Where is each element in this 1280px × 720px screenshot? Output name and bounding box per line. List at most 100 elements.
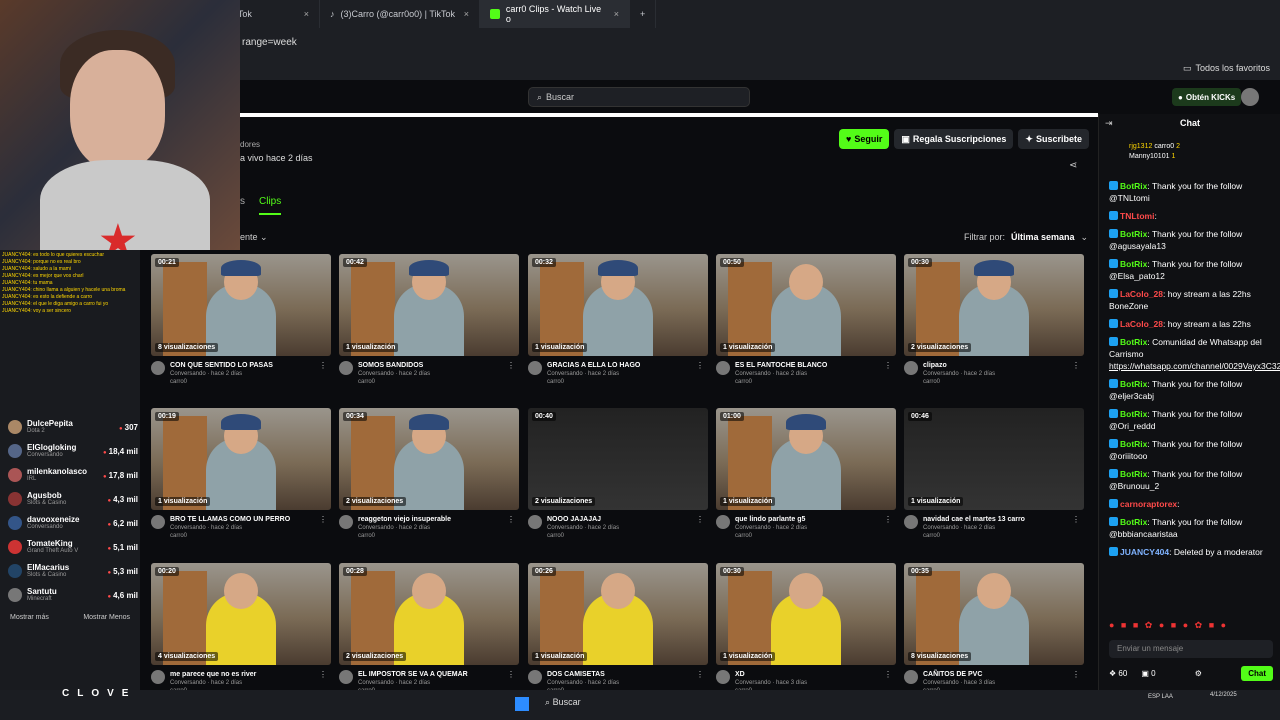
taskbar-search[interactable]: ⌕ Buscar (545, 697, 581, 708)
avatar[interactable] (151, 361, 165, 375)
avatar[interactable] (904, 515, 918, 529)
clip-thumbnail[interactable]: 00:21 8 visualizaciones (151, 254, 331, 356)
emote-bar[interactable]: ● ■ ■ ✿ ● ■ ● ✿ ■ ● (1109, 620, 1228, 631)
clip-category[interactable]: Conversando (170, 525, 206, 531)
chat-username[interactable]: BotRix (1120, 181, 1147, 191)
chat-username[interactable]: BotRix (1120, 439, 1147, 449)
clip-category[interactable]: Conversando (923, 371, 959, 377)
avatar[interactable] (339, 670, 353, 684)
chat-username[interactable]: BotRix (1120, 379, 1147, 389)
clip-title[interactable]: CAÑITOS DE PVC (923, 670, 995, 679)
clip-card[interactable]: 00:34 2 visualizaciones reaggeton viejo in… (339, 408, 519, 540)
clip-title[interactable]: DOS CAMISETAS (547, 670, 619, 679)
clip-card[interactable]: 00:42 1 visualización SOMOS BANDIDOS Conver… (339, 254, 519, 386)
gift-subs-button[interactable]: ▣ Regala Suscripciones (894, 129, 1014, 149)
clip-category[interactable]: Conversando (358, 525, 394, 531)
clip-channel[interactable]: carro0 (735, 532, 807, 540)
clip-category[interactable]: Conversando (735, 525, 771, 531)
clip-thumbnail[interactable]: 00:30 2 visualizaciones (904, 254, 1084, 356)
chat-username[interactable]: BotRix (1120, 517, 1147, 527)
clip-card[interactable]: 00:35 8 visualizaciones CAÑITOS DE PVC Conv… (904, 563, 1084, 695)
clip-category[interactable]: Conversando (923, 680, 959, 686)
clip-channel[interactable]: carro0 (735, 378, 827, 386)
clip-thumbnail[interactable]: 00:50 1 visualización (716, 254, 896, 356)
clip-title[interactable]: NOOO JAJAJAJ (547, 515, 619, 524)
clip-card[interactable]: 01:00 1 visualización que lindo parlante g… (716, 408, 896, 540)
avatar[interactable] (528, 515, 542, 529)
clip-card[interactable]: 00:30 2 visualizaciones clipazo Conversando… (904, 254, 1084, 386)
clip-category[interactable]: Conversando (547, 371, 583, 377)
clip-card[interactable]: 00:21 8 visualizaciones CON QUE SENTIDO LO… (151, 254, 331, 386)
more-options-icon[interactable]: ⋮ (507, 361, 515, 370)
tab-clips[interactable]: Clips (259, 196, 282, 215)
avatar[interactable] (339, 515, 353, 529)
avatar[interactable] (151, 515, 165, 529)
clip-category[interactable]: Conversando (358, 371, 394, 377)
avatar[interactable] (716, 361, 730, 375)
close-icon[interactable]: × (464, 9, 469, 19)
more-options-icon[interactable]: ⋮ (1072, 515, 1080, 524)
more-options-icon[interactable]: ⋮ (1072, 361, 1080, 370)
avatar[interactable] (716, 515, 730, 529)
more-options-icon[interactable]: ⋮ (884, 670, 892, 679)
clip-channel[interactable]: carro0 (358, 378, 430, 386)
close-icon[interactable]: × (304, 9, 309, 19)
clip-title[interactable]: que lindo parlante g5 (735, 515, 807, 524)
clip-category[interactable]: Conversando (547, 680, 583, 686)
clip-title[interactable]: navidad cae el martes 13 carro (923, 515, 1025, 524)
clip-thumbnail[interactable]: 00:30 1 visualización (716, 563, 896, 665)
clip-title[interactable]: CON QUE SENTIDO LO PASAS (170, 361, 273, 370)
sidebar-stream-item[interactable]: AgusbobSlots & Casino 4,3 mil (8, 487, 138, 511)
clip-category[interactable]: Conversando (923, 525, 959, 531)
avatar[interactable] (904, 670, 918, 684)
sidebar-stream-item[interactable]: ElGloglokingConversando 18,4 mil (8, 439, 138, 463)
clip-thumbnail[interactable]: 00:42 1 visualización (339, 254, 519, 356)
clip-thumbnail[interactable]: 00:34 2 visualizaciones (339, 408, 519, 510)
sidebar-stream-item[interactable]: DulcePepitaDota 2 307 (8, 415, 138, 439)
clip-thumbnail[interactable]: 00:26 1 visualización (528, 563, 708, 665)
get-kicks-button[interactable]: ● Obtén KICKs (1172, 88, 1242, 106)
chat-username[interactable]: BotRix (1120, 469, 1147, 479)
avatar[interactable] (151, 670, 165, 684)
clip-thumbnail[interactable]: 00:40 2 visualizaciones (528, 408, 708, 510)
clip-title[interactable]: me parece que no es river (170, 670, 256, 679)
show-less-button[interactable]: Mostrar Menos (83, 614, 130, 621)
show-more-button[interactable]: Mostrar más (10, 614, 49, 621)
avatar[interactable] (904, 361, 918, 375)
taskbar-clock[interactable]: 4/12/2025 (1210, 692, 1237, 698)
tab-videos[interactable]: s (240, 196, 245, 215)
avatar[interactable] (528, 670, 542, 684)
gear-icon[interactable]: ⚙ (1195, 669, 1202, 678)
chat-username[interactable]: BotRix (1120, 409, 1147, 419)
clip-title[interactable]: XD (735, 670, 807, 679)
follow-button[interactable]: ♥ Seguir (839, 129, 890, 149)
clip-title[interactable]: clipazo (923, 361, 995, 370)
subscribe-button[interactable]: ✦ Suscribete (1018, 129, 1089, 149)
sidebar-stream-item[interactable]: milenkanolascoIRL 17,8 mil (8, 463, 138, 487)
chat-username[interactable]: BotRix (1120, 229, 1147, 239)
clip-title[interactable]: SOMOS BANDIDOS (358, 361, 430, 370)
more-options-icon[interactable]: ⋮ (696, 515, 704, 524)
clip-category[interactable]: Conversando (547, 525, 583, 531)
chat-link[interactable]: https://whatsapp.com/channel/0029Vayx3C3… (1109, 361, 1280, 371)
clip-thumbnail[interactable]: 00:19 1 visualización (151, 408, 331, 510)
clip-thumbnail[interactable]: 01:00 1 visualización (716, 408, 896, 510)
chat-username[interactable]: LaColo_28 (1120, 319, 1163, 329)
clip-category[interactable]: Conversando (358, 680, 394, 686)
clip-card[interactable]: 00:50 1 visualización ES EL FANTOCHE BLANC… (716, 254, 896, 386)
chat-username[interactable]: BotRix (1120, 337, 1147, 347)
more-options-icon[interactable]: ⋮ (319, 361, 327, 370)
clip-card[interactable]: 00:40 2 visualizaciones NOOO JAJAJAJ Conver… (528, 408, 708, 540)
clip-title[interactable]: GRACIAS A ELLA LO HAGO (547, 361, 640, 370)
points-indicator[interactable]: ❖ 60 (1109, 669, 1127, 678)
filter-dropdown[interactable]: Última semana (1011, 232, 1075, 243)
clip-channel[interactable]: carro0 (923, 532, 1025, 540)
clip-channel[interactable]: carro0 (547, 378, 640, 386)
clip-thumbnail[interactable]: 00:46 1 visualización (904, 408, 1084, 510)
sidebar-stream-item[interactable]: TomateKingGrand Theft Auto V 5,1 mil (8, 535, 138, 559)
more-options-icon[interactable]: ⋮ (319, 515, 327, 524)
clip-category[interactable]: Conversando (735, 680, 771, 686)
send-chat-button[interactable]: Chat (1241, 666, 1273, 681)
clip-category[interactable]: Conversando (170, 680, 206, 686)
sidebar-stream-item[interactable]: ElMacariusSlots & Casino 5,3 mil (8, 559, 138, 583)
